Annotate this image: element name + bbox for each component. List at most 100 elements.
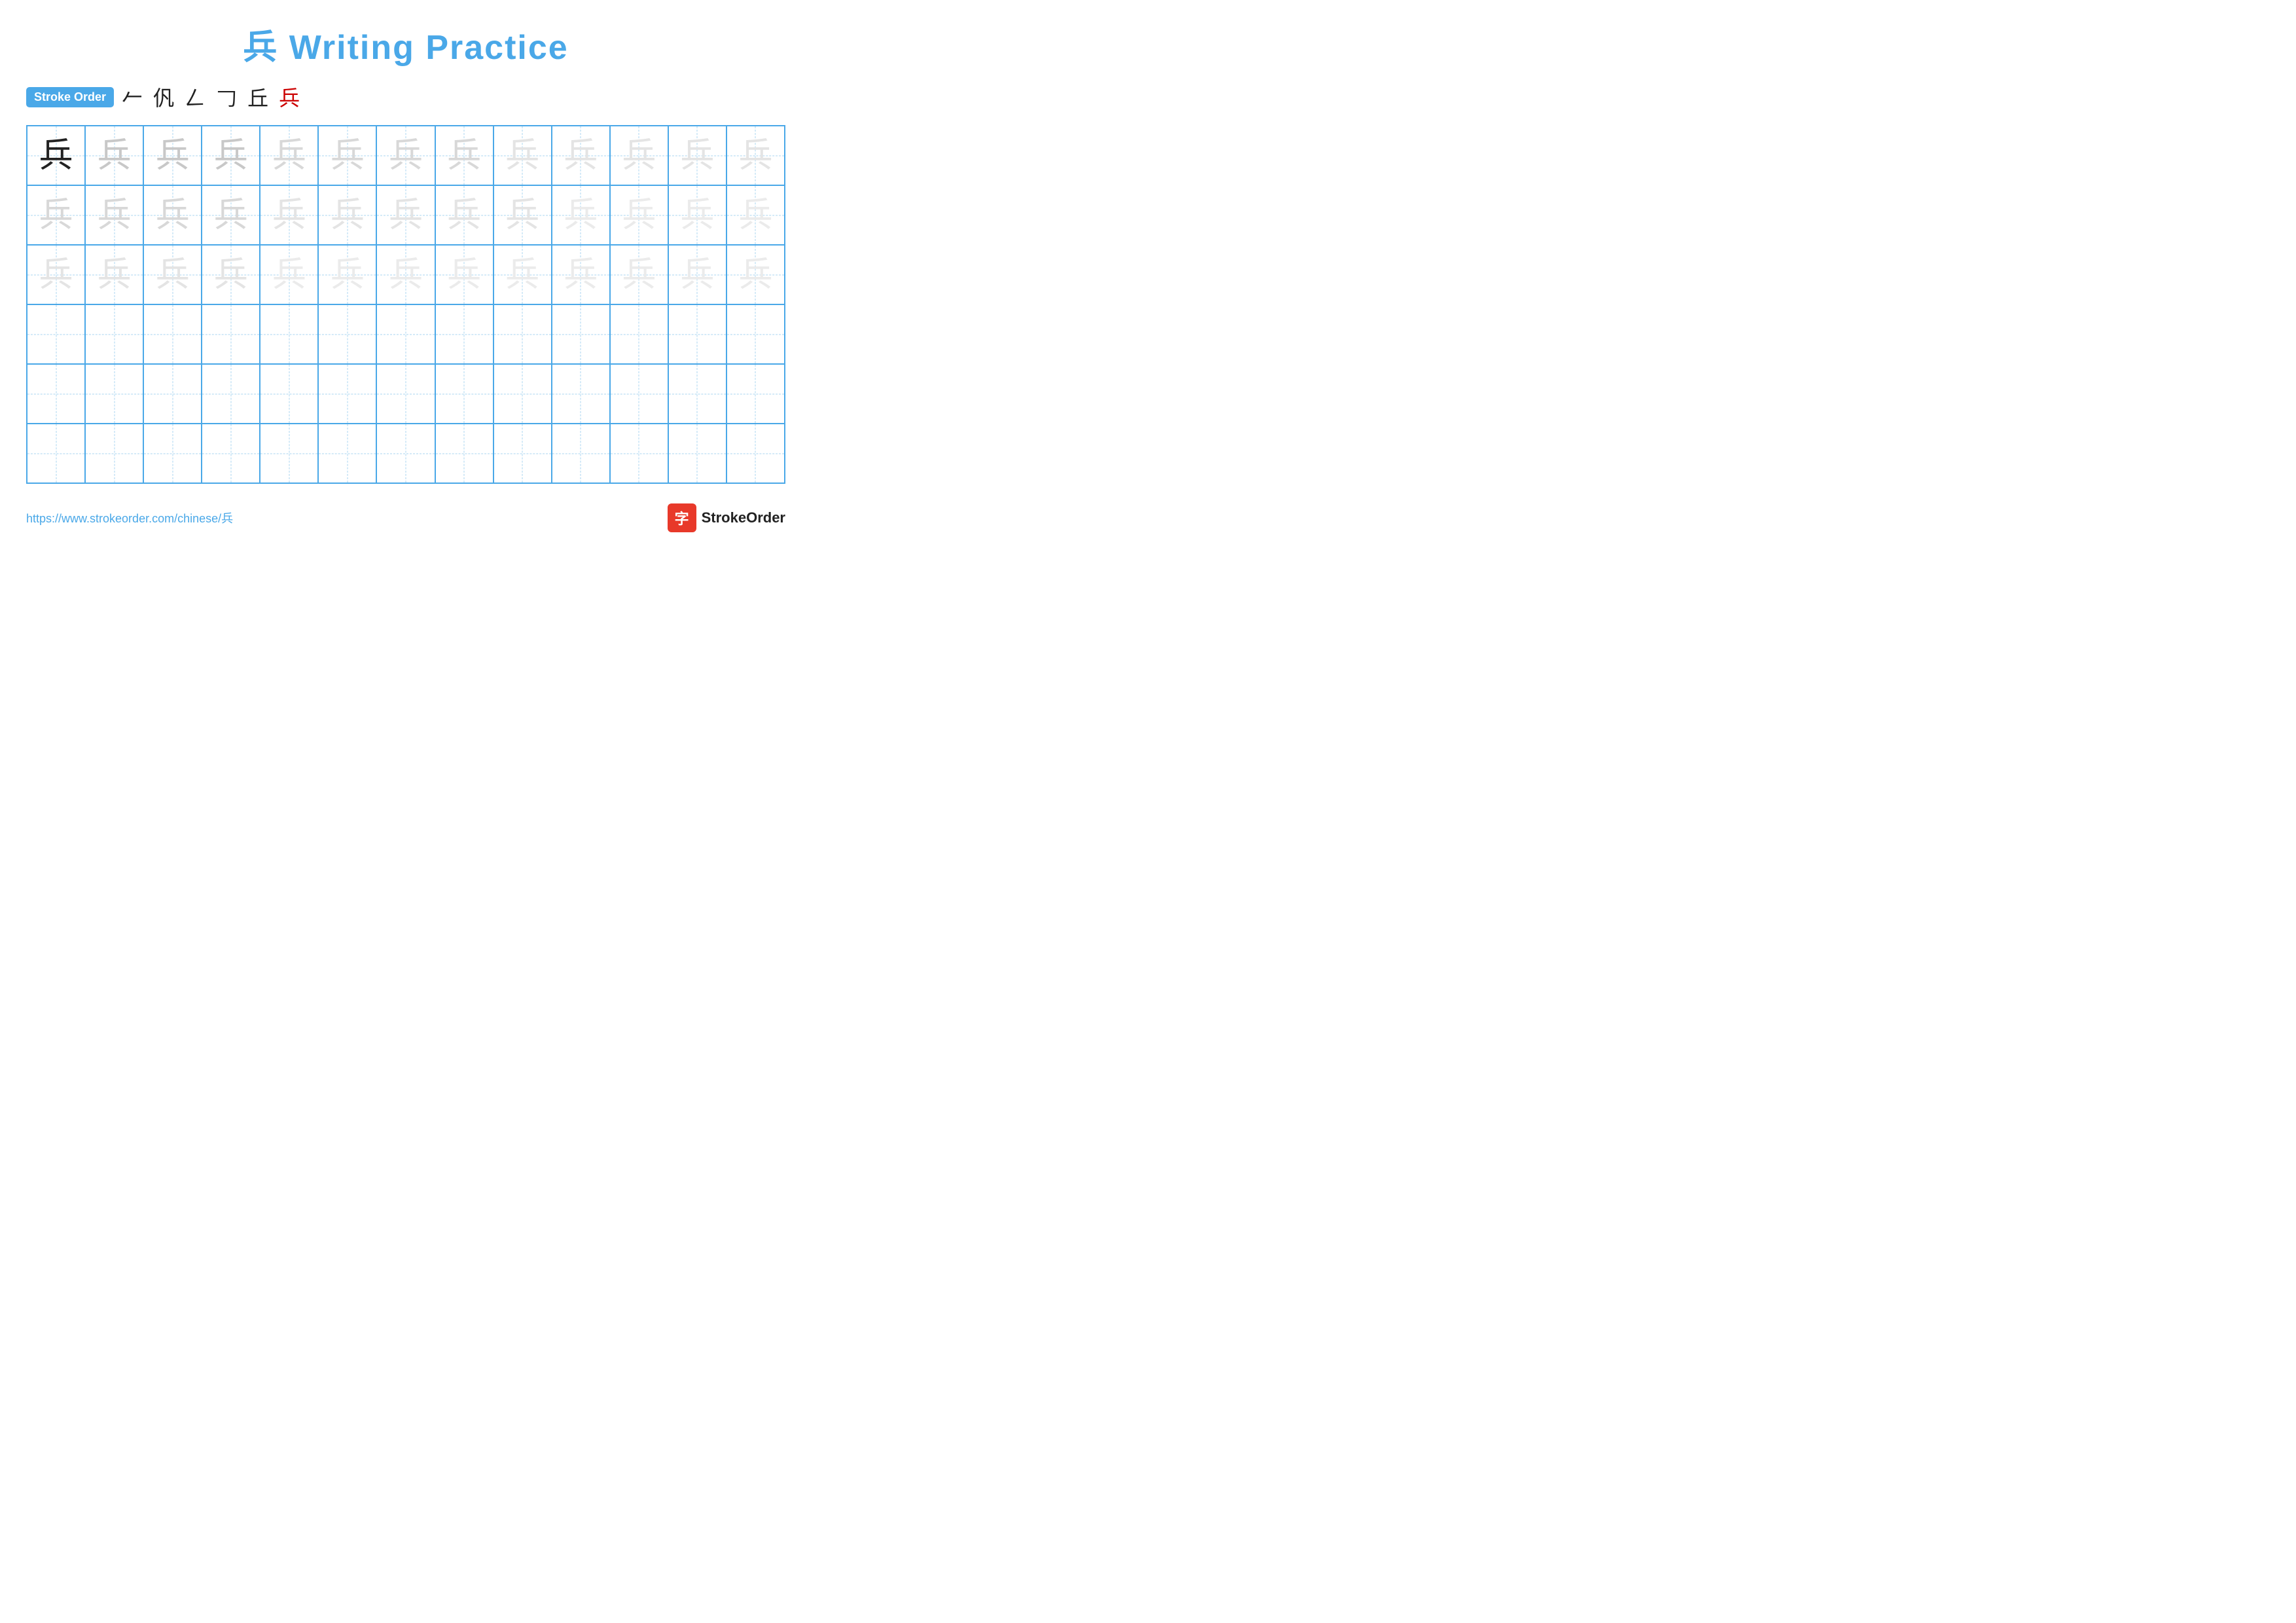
grid-cell[interactable]	[377, 424, 435, 483]
practice-char: 兵	[622, 198, 656, 232]
practice-char: 兵	[447, 258, 481, 292]
practice-char: 兵	[272, 139, 306, 173]
grid-cell[interactable]: 兵	[144, 246, 202, 304]
grid-cell[interactable]	[611, 424, 669, 483]
practice-char: 兵	[39, 258, 73, 292]
grid-cell[interactable]: 兵	[552, 186, 611, 244]
grid-cell[interactable]	[494, 305, 552, 363]
grid-cell[interactable]	[552, 424, 611, 483]
grid-cell[interactable]	[377, 305, 435, 363]
grid-cell[interactable]	[144, 305, 202, 363]
grid-cell[interactable]: 兵	[202, 186, 260, 244]
stroke-5: 丘	[247, 82, 268, 112]
grid-cell[interactable]	[377, 365, 435, 423]
grid-cell[interactable]: 兵	[27, 186, 86, 244]
stroke-2: 𠆩	[153, 82, 174, 112]
grid-cell[interactable]: 兵	[377, 126, 435, 185]
practice-char: 兵	[156, 258, 190, 292]
grid-cell[interactable]: 兵	[727, 126, 784, 185]
grid-cell[interactable]	[202, 305, 260, 363]
grid-cell[interactable]: 兵	[86, 126, 144, 185]
footer-url[interactable]: https://www.strokeorder.com/chinese/兵	[26, 509, 233, 526]
grid-cell[interactable]: 兵	[436, 246, 494, 304]
grid-cell[interactable]: 兵	[669, 246, 727, 304]
grid-row	[27, 305, 784, 365]
grid-cell[interactable]	[86, 424, 144, 483]
grid-cell[interactable]	[727, 424, 784, 483]
grid-cell[interactable]: 兵	[611, 126, 669, 185]
grid-cell[interactable]: 兵	[260, 186, 319, 244]
practice-char: 兵	[98, 139, 132, 173]
practice-char: 兵	[738, 198, 772, 232]
practice-char: 兵	[331, 198, 365, 232]
grid-cell[interactable]: 兵	[202, 246, 260, 304]
grid-cell[interactable]: 兵	[377, 246, 435, 304]
grid-cell[interactable]	[144, 365, 202, 423]
grid-cell[interactable]	[27, 424, 86, 483]
grid-cell[interactable]	[202, 365, 260, 423]
practice-char: 兵	[39, 198, 73, 232]
grid-cell[interactable]	[436, 305, 494, 363]
title-text: Writing Practice	[278, 29, 568, 67]
grid-cell[interactable]: 兵	[260, 246, 319, 304]
grid-cell[interactable]: 兵	[611, 186, 669, 244]
grid-cell[interactable]	[144, 424, 202, 483]
grid-cell[interactable]: 兵	[669, 186, 727, 244]
grid-cell[interactable]	[319, 365, 377, 423]
grid-cell[interactable]: 兵	[86, 246, 144, 304]
practice-char: 兵	[331, 139, 365, 173]
grid-cell[interactable]: 兵	[86, 186, 144, 244]
practice-char: 兵	[98, 258, 132, 292]
grid-cell[interactable]: 兵	[144, 186, 202, 244]
grid-cell[interactable]	[319, 305, 377, 363]
grid-cell[interactable]: 兵	[319, 246, 377, 304]
grid-cell[interactable]	[260, 305, 319, 363]
grid-cell[interactable]	[436, 365, 494, 423]
grid-cell[interactable]: 兵	[494, 186, 552, 244]
grid-cell[interactable]: 兵	[494, 126, 552, 185]
grid-cell[interactable]: 兵	[377, 186, 435, 244]
grid-cell[interactable]	[260, 424, 319, 483]
grid-cell[interactable]: 兵	[727, 246, 784, 304]
grid-cell[interactable]	[611, 365, 669, 423]
grid-cell[interactable]	[86, 365, 144, 423]
grid-cell[interactable]	[27, 305, 86, 363]
grid-cell[interactable]	[494, 365, 552, 423]
grid-cell[interactable]: 兵	[27, 126, 86, 185]
grid-cell[interactable]: 兵	[494, 246, 552, 304]
grid-cell[interactable]: 兵	[436, 186, 494, 244]
grid-cell[interactable]	[436, 424, 494, 483]
grid-cell[interactable]: 兵	[669, 126, 727, 185]
grid-cell[interactable]	[319, 424, 377, 483]
practice-char: 兵	[680, 198, 714, 232]
grid-cell[interactable]	[260, 365, 319, 423]
grid-cell[interactable]: 兵	[202, 126, 260, 185]
grid-cell[interactable]: 兵	[144, 126, 202, 185]
grid-cell[interactable]: 兵	[436, 126, 494, 185]
grid-cell[interactable]: 兵	[611, 246, 669, 304]
grid-cell[interactable]	[86, 305, 144, 363]
grid-cell[interactable]: 兵	[319, 186, 377, 244]
page-title: 兵 Writing Practice	[26, 20, 785, 69]
grid-cell[interactable]	[552, 305, 611, 363]
grid-cell[interactable]	[611, 305, 669, 363]
grid-cell[interactable]	[669, 424, 727, 483]
grid-cell[interactable]	[27, 365, 86, 423]
grid-cell[interactable]	[552, 365, 611, 423]
stroke-4: 𠃌	[216, 82, 237, 112]
practice-char: 兵	[680, 258, 714, 292]
grid-cell[interactable]	[669, 305, 727, 363]
grid-cell[interactable]: 兵	[552, 126, 611, 185]
grid-cell[interactable]	[202, 424, 260, 483]
grid-cell[interactable]: 兵	[319, 126, 377, 185]
grid-cell[interactable]	[727, 365, 784, 423]
grid-cell[interactable]: 兵	[27, 246, 86, 304]
grid-cell[interactable]: 兵	[727, 186, 784, 244]
grid-cell[interactable]: 兵	[260, 126, 319, 185]
grid-cell[interactable]	[494, 424, 552, 483]
grid-cell[interactable]: 兵	[552, 246, 611, 304]
grid-cell[interactable]	[669, 365, 727, 423]
grid-cell[interactable]	[727, 305, 784, 363]
practice-char: 兵	[272, 198, 306, 232]
practice-char: 兵	[622, 258, 656, 292]
